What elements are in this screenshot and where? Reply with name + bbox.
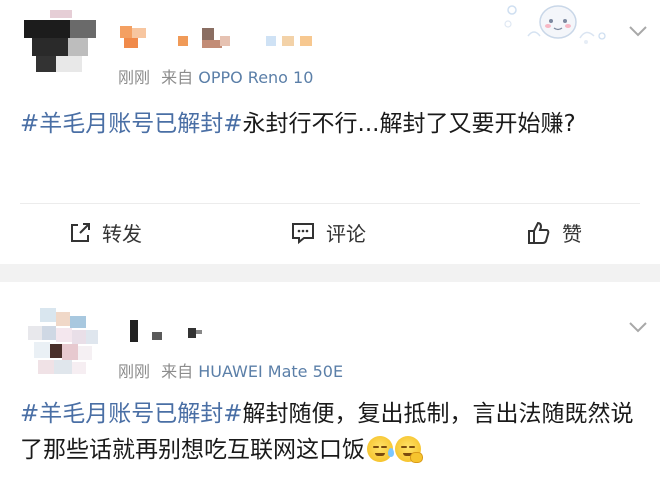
username[interactable] [130,320,230,344]
post-body: 永封行不行...解封了又要开始赚? [242,111,576,137]
post-separator [0,264,660,282]
repost-icon [71,222,90,242]
post-meta: 刚刚 来自 OPPO Reno 10 [118,64,313,88]
avatar[interactable] [28,308,100,378]
post-time: 刚刚 [118,68,151,87]
post-text: #羊毛月账号已解封#永封行不行...解封了又要开始赚? [20,106,640,142]
divider [20,203,640,204]
sticker-decoration [504,5,606,44]
comment-label: 评论 [326,222,366,246]
post-text: #羊毛月账号已解封#解封随便，复出抵制，言出法随既然说了那些话就再别想吃互联网这… [20,396,640,468]
post-meta: 刚刚 来自 HUAWEI Mate 50E [118,358,343,382]
topic-link[interactable]: #羊毛月账号已解封# [20,111,243,137]
post-device[interactable]: HUAWEI Mate 50E [198,362,343,381]
username[interactable] [120,26,330,50]
comment-icon [292,222,314,244]
post-card: 刚刚 来自 HUAWEI Mate 50E #羊毛月账号已解封#解封随便，复出抵… [0,282,660,483]
topic-link[interactable]: #羊毛月账号已解封# [20,401,243,427]
salute-emoji [395,436,423,463]
avatar[interactable] [24,10,96,82]
repost-label: 转发 [102,222,142,246]
comment-button[interactable]: 评论 [290,218,366,247]
like-label: 赞 [562,222,582,246]
like-button[interactable]: 赞 [526,218,582,247]
repost-button[interactable]: 转发 [68,218,142,247]
post-source-prefix: 来自 [161,362,194,381]
sweat-smile-emoji [367,436,394,462]
post-card: 刚刚 来自 OPPO Reno 10 #羊毛月账号已解封#永封行不行...解封了… [0,0,660,264]
post-source-prefix: 来自 [161,68,194,87]
chevron-down-icon[interactable] [628,24,648,38]
chevron-down-icon[interactable] [628,320,648,334]
post-time: 刚刚 [118,362,151,381]
thumbs-up-icon [528,221,550,244]
post-device[interactable]: OPPO Reno 10 [198,68,313,87]
